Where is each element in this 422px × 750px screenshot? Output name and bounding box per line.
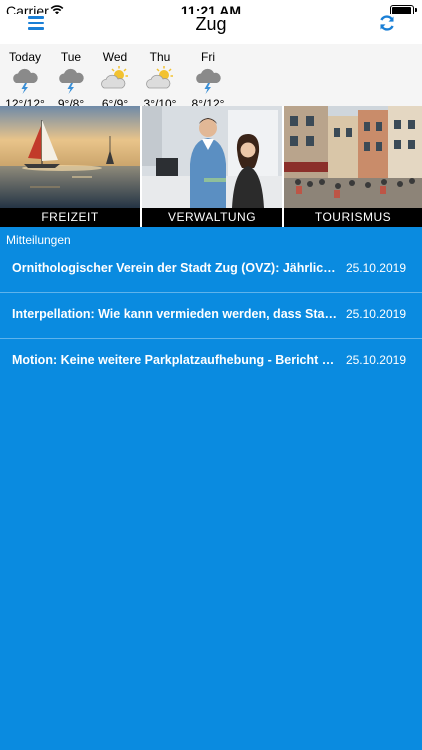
office-photo bbox=[142, 106, 282, 208]
sun-cloud-icon bbox=[92, 65, 138, 95]
news-heading: Mitteilungen bbox=[6, 233, 71, 247]
news-item[interactable]: Interpellation: Wie kann vermieden werde… bbox=[0, 293, 422, 339]
news-item-date: 25.10.2019 bbox=[345, 307, 406, 321]
rain-cloud-icon bbox=[48, 65, 94, 95]
forecast-day-name: Tue bbox=[60, 50, 82, 64]
rain-cloud-icon bbox=[185, 65, 231, 95]
rain-cloud-icon bbox=[2, 65, 48, 95]
tile-verwaltung[interactable]: VERWALTUNG bbox=[142, 106, 282, 227]
forecast-day: Tue 9°/8° bbox=[48, 44, 94, 111]
nav-bar: Zug bbox=[0, 14, 422, 44]
category-tiles: FREIZEIT VERWALTUNG TOURISMUS bbox=[0, 106, 422, 227]
news-item[interactable]: Ornithologischer Verein der Stadt Zug (O… bbox=[0, 247, 422, 293]
forecast-day: Today 12°/12° bbox=[2, 44, 48, 111]
news-item-title: Motion: Keine weitere Parkplatzaufhebung… bbox=[12, 353, 340, 367]
forecast-day: Fri 8°/12° bbox=[185, 44, 231, 111]
forecast-day-name: Today bbox=[8, 50, 42, 64]
tile-label: FREIZEIT bbox=[0, 208, 140, 227]
forecast-day: Wed 6°/9° bbox=[92, 44, 138, 111]
tile-label: VERWALTUNG bbox=[142, 208, 282, 227]
sun-cloud-icon bbox=[137, 65, 183, 95]
forecast-day-name: Thu bbox=[149, 50, 171, 64]
tile-freizeit[interactable]: FREIZEIT bbox=[0, 106, 140, 227]
battery-cap bbox=[415, 8, 417, 12]
tile-label: TOURISMUS bbox=[284, 208, 422, 227]
page-title: Zug bbox=[195, 14, 227, 34]
news-item-title: Interpellation: Wie kann vermieden werde… bbox=[12, 307, 340, 321]
forecast-day-name: Wed bbox=[102, 50, 128, 64]
news-item-date: 25.10.2019 bbox=[345, 353, 406, 367]
forecast-day-name: Fri bbox=[201, 50, 215, 64]
oldtown-photo bbox=[284, 106, 422, 208]
tile-tourismus[interactable]: TOURISMUS bbox=[284, 106, 422, 227]
forecast-day: Thu 3°/10° bbox=[137, 44, 183, 111]
news-item[interactable]: Motion: Keine weitere Parkplatzaufhebung… bbox=[0, 339, 422, 384]
sailboat-photo bbox=[0, 106, 140, 208]
news-section: Mitteilungen Ornithologischer Verein der… bbox=[0, 227, 422, 750]
refresh-icon[interactable] bbox=[378, 14, 396, 32]
news-item-date: 25.10.2019 bbox=[345, 261, 406, 275]
weather-forecast: Today 12°/12° Tue 9°/8° Wed 6°/9° Thu 3°… bbox=[0, 44, 422, 111]
news-item-title: Ornithologischer Verein der Stadt Zug (O… bbox=[12, 261, 340, 275]
